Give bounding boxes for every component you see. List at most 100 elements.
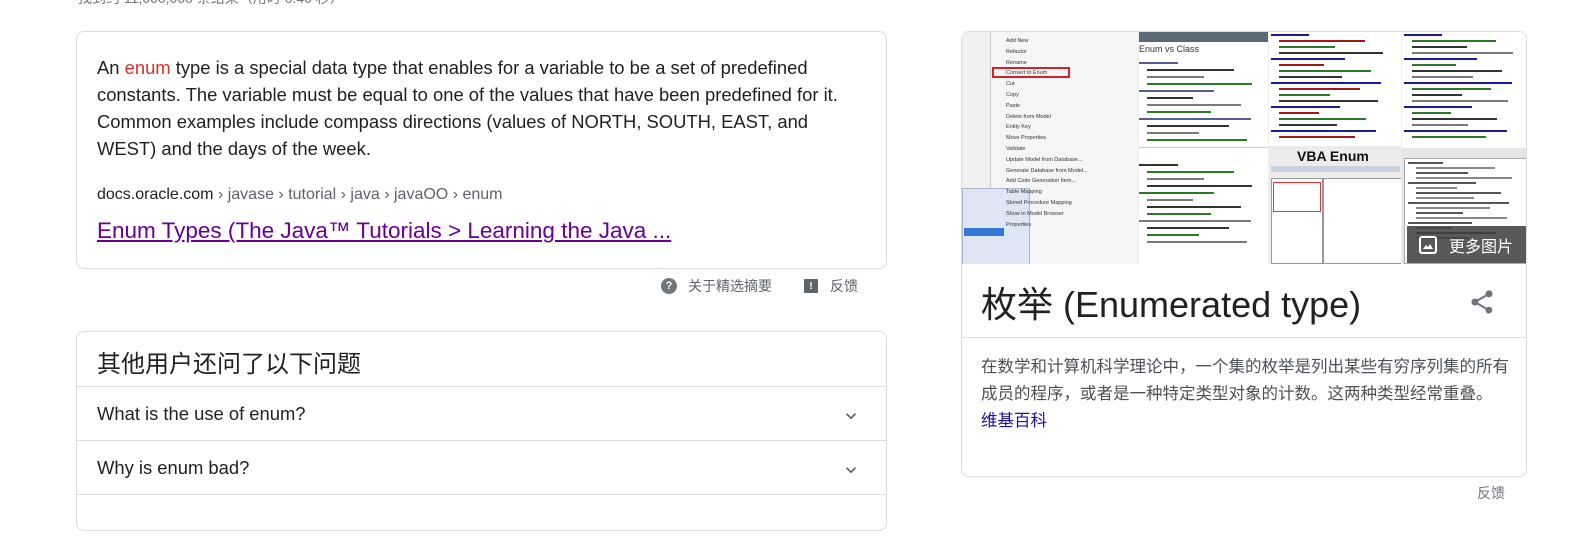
chevron-down-icon bbox=[846, 467, 856, 474]
knowledge-panel: Add New Refactor Rename Convert to Enum Cut C… bbox=[961, 31, 1527, 477]
thumb-menu-item: Generate Database from Model... bbox=[1006, 167, 1088, 174]
code-line bbox=[1412, 112, 1451, 114]
code-line bbox=[1147, 185, 1253, 187]
paa-question-text: What is the use of enum? bbox=[97, 403, 306, 424]
code-line bbox=[1404, 34, 1442, 36]
thumb-menu-item: Paste bbox=[1006, 102, 1021, 109]
image-strip[interactable]: Add New Refactor Rename Convert to Enum Cut C… bbox=[962, 32, 1526, 264]
thumb-menu-item: Show in Model Browser bbox=[1006, 210, 1064, 217]
code-line bbox=[1147, 241, 1248, 243]
help-circle-icon: ? bbox=[661, 278, 677, 294]
thumb-menu-item: Refactor bbox=[1006, 48, 1027, 55]
thumb-menu-item: Properties bbox=[1006, 221, 1032, 228]
code-line bbox=[1279, 124, 1337, 126]
code-line bbox=[1147, 206, 1241, 208]
code-line bbox=[1404, 82, 1512, 84]
code-line bbox=[1271, 34, 1310, 36]
wikipedia-link[interactable]: 维基百科 bbox=[981, 412, 1047, 430]
image-thumbnail-vba-enum[interactable]: VBA Enum bbox=[1268, 32, 1402, 264]
thumb-title: Enum vs Class bbox=[1139, 44, 1200, 54]
thumb-menu-item: Add New bbox=[1006, 38, 1029, 44]
thumb-title: VBA Enum bbox=[1297, 148, 1369, 164]
feedback-link[interactable]: 反馈 bbox=[830, 276, 858, 296]
feedback-icon: ! bbox=[804, 279, 818, 293]
image-thumbnail-enum-vs-class[interactable]: Enum vs Class bbox=[1138, 32, 1269, 264]
thumb-menu-item: Cut bbox=[1006, 81, 1015, 88]
code-line bbox=[1408, 202, 1510, 204]
code-line bbox=[1147, 171, 1235, 173]
code-line bbox=[1147, 132, 1199, 134]
code-line bbox=[1147, 213, 1211, 215]
code-line bbox=[1279, 70, 1372, 72]
featured-snippet: An enum type is a special data type that… bbox=[76, 31, 887, 269]
code-line bbox=[1412, 88, 1491, 90]
code-line bbox=[1416, 197, 1474, 199]
thumb-menu-item: Validate bbox=[1006, 145, 1026, 152]
paa-title: 其他用户还问了以下问题 bbox=[97, 351, 361, 378]
snippet-result-link[interactable]: Enum Types (The Java™ Tutorials > Learni… bbox=[97, 218, 671, 244]
code-line bbox=[1412, 70, 1502, 72]
code-line bbox=[1139, 220, 1251, 222]
code-line bbox=[1147, 69, 1235, 71]
code-line bbox=[1412, 118, 1497, 120]
snippet-highlight: enum bbox=[124, 57, 171, 78]
thumb-menu-item: Delete from Model bbox=[1006, 113, 1051, 120]
code-line bbox=[1279, 100, 1378, 102]
code-line bbox=[1408, 162, 1444, 164]
code-line bbox=[1147, 199, 1193, 201]
code-line bbox=[1416, 192, 1501, 194]
people-also-ask: 其他用户还问了以下问题 What is the use of enum? Why… bbox=[76, 331, 887, 531]
paa-question[interactable]: Why is enum bad? bbox=[77, 440, 886, 494]
code-line bbox=[1279, 40, 1365, 42]
panel-title: 枚举 (Enumerated type) bbox=[981, 284, 1362, 325]
code-line bbox=[1147, 104, 1241, 106]
image-icon bbox=[1419, 235, 1437, 254]
code-line bbox=[1271, 130, 1376, 132]
code-line bbox=[1147, 125, 1229, 127]
code-line bbox=[1412, 40, 1496, 42]
code-line bbox=[1279, 64, 1324, 66]
image-thumbnail-context-menu[interactable]: Add New Refactor Rename Convert to Enum Cut C… bbox=[962, 32, 1138, 264]
code-line bbox=[1147, 234, 1199, 236]
page-feedback-link[interactable]: 反馈 bbox=[1477, 483, 1505, 503]
code-line bbox=[1139, 90, 1215, 92]
paa-question[interactable] bbox=[77, 494, 886, 548]
snippet-actions: ? 关于精选摘要 ! 反馈 bbox=[661, 276, 858, 296]
code-line bbox=[1416, 207, 1491, 209]
divider bbox=[962, 337, 1526, 338]
code-line bbox=[1271, 82, 1382, 84]
code-line bbox=[1279, 76, 1342, 78]
code-line bbox=[1147, 227, 1229, 229]
code-line bbox=[1279, 94, 1331, 96]
code-line bbox=[1139, 62, 1178, 64]
code-line bbox=[1412, 52, 1514, 54]
thumb-menu-item: Entity Key bbox=[1006, 124, 1031, 131]
thumb-menu-item: Update Model from Database... bbox=[1006, 156, 1083, 163]
code-line bbox=[1412, 124, 1469, 126]
code-line bbox=[1416, 167, 1496, 169]
code-line bbox=[1416, 172, 1468, 174]
about-snippet-link[interactable]: 关于精选摘要 bbox=[688, 276, 772, 296]
code-line bbox=[1279, 46, 1336, 48]
code-line bbox=[1147, 178, 1205, 180]
thumb-menu-item: Move Properties bbox=[1006, 135, 1047, 142]
code-line bbox=[1416, 217, 1507, 219]
code-line bbox=[1279, 118, 1367, 120]
snippet-citation: docs.oracle.com › javase › tutorial › ja… bbox=[97, 186, 502, 204]
code-line bbox=[1139, 164, 1178, 166]
code-line bbox=[1139, 192, 1215, 194]
code-line bbox=[1404, 106, 1472, 108]
code-line bbox=[1412, 46, 1467, 48]
code-line bbox=[1147, 111, 1211, 113]
code-line bbox=[1279, 136, 1355, 138]
more-images-button[interactable]: 更多图片 bbox=[1407, 226, 1526, 263]
share-icon[interactable] bbox=[1468, 288, 1496, 316]
paa-question[interactable]: What is the use of enum? bbox=[77, 386, 886, 440]
code-line bbox=[1404, 58, 1477, 60]
snippet-text: An enum type is a special data type that… bbox=[97, 54, 872, 162]
code-line bbox=[1147, 83, 1253, 85]
code-line bbox=[1408, 182, 1477, 184]
code-line bbox=[1279, 112, 1319, 114]
panel-description: 在数学和计算机科学理论中，一个集的枚举是列出某些有穷序列集的所有成员的程序，或者… bbox=[981, 354, 1511, 435]
cite-breadcrumb: › javase › tutorial › java › javaOO › en… bbox=[213, 186, 503, 203]
